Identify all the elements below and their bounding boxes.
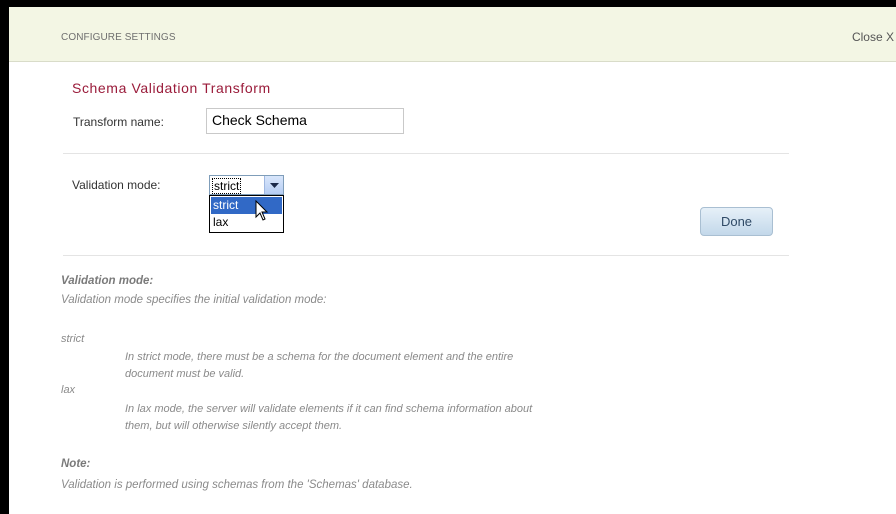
option-strict[interactable]: strict — [211, 197, 282, 214]
option-lax[interactable]: lax — [211, 214, 282, 231]
divider-bottom — [63, 255, 789, 256]
validation-mode-label: Validation mode: — [72, 178, 161, 192]
done-button[interactable]: Done — [700, 207, 773, 236]
chevron-down-icon[interactable] — [264, 176, 283, 194]
configure-settings-dialog: CONFIGURE SETTINGS Close X Schema Valida… — [9, 7, 896, 514]
section-title: Schema Validation Transform — [72, 80, 271, 96]
transform-name-input[interactable]: Check Schema — [206, 108, 404, 134]
transform-name-label: Transform name: — [73, 115, 164, 129]
note-heading: Note: — [61, 458, 91, 470]
lax-description-line1: In lax mode, the server will validate el… — [125, 403, 533, 415]
strict-description-line1: In strict mode, there must be a schema f… — [125, 351, 514, 363]
help-intro: Validation mode specifies the initial va… — [61, 294, 327, 306]
note-text: Validation is performed using schemas fr… — [61, 479, 413, 491]
mouse-pointer-icon — [255, 200, 269, 221]
validation-mode-selected-value: strict — [212, 178, 242, 194]
strict-description-line2: document must be valid. — [125, 368, 245, 380]
term-lax: lax — [61, 384, 76, 396]
window-frame-left — [0, 0, 9, 514]
term-strict: strict — [61, 333, 85, 345]
window-frame-top — [0, 0, 896, 7]
lax-description-line2: them, but will otherwise silently accept… — [125, 420, 343, 432]
help-heading: Validation mode: — [61, 275, 154, 287]
dialog-title: CONFIGURE SETTINGS — [61, 32, 176, 43]
close-button[interactable]: Close X — [852, 30, 894, 44]
dialog-header: CONFIGURE SETTINGS Close X — [9, 7, 896, 62]
validation-mode-select[interactable]: strict — [209, 175, 284, 195]
divider-top — [63, 153, 789, 154]
validation-mode-dropdown-list: strict lax — [209, 195, 284, 233]
